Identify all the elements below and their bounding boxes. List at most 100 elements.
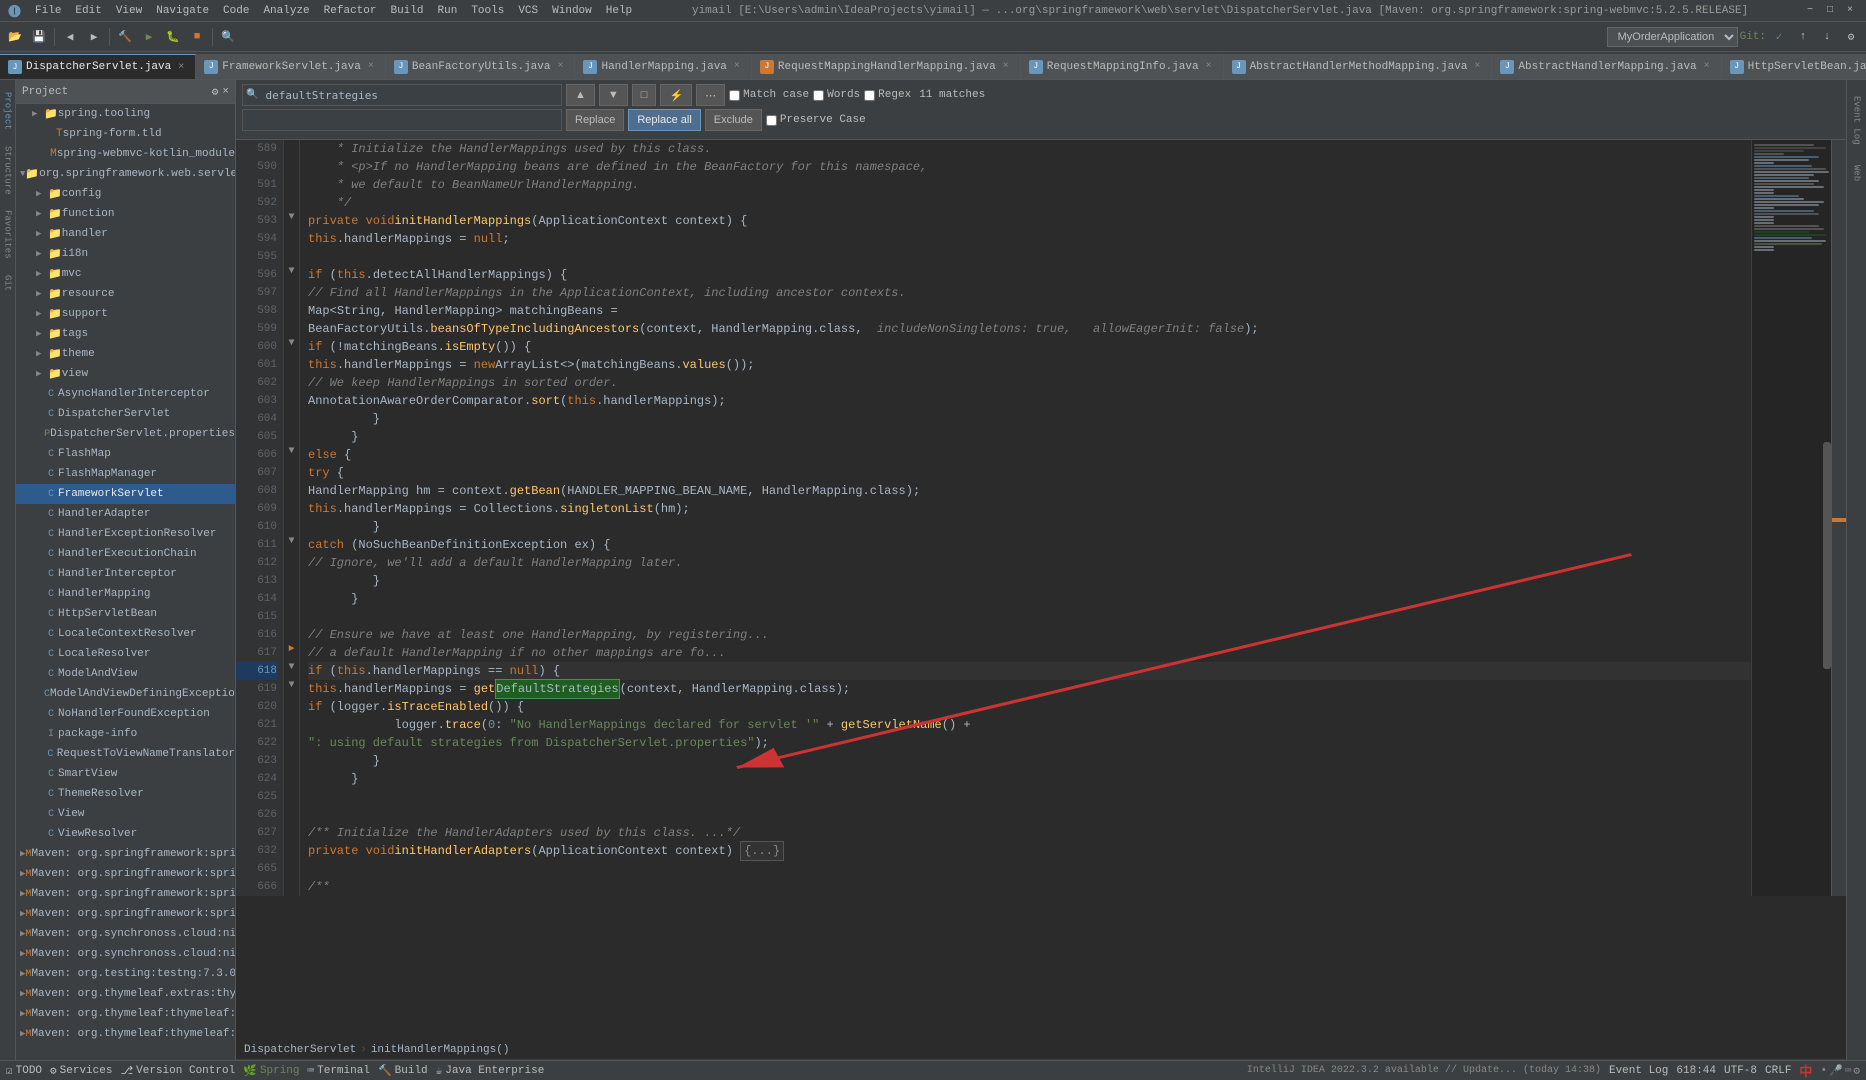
tree-item-flashmapmanager[interactable]: C FlashMapManager — [16, 464, 235, 484]
tree-item-function[interactable]: ▶ 📁 function — [16, 204, 235, 224]
tree-item-theme[interactable]: ▶ 📁 theme — [16, 344, 235, 364]
tree-item-flashmap[interactable]: C FlashMap — [16, 444, 235, 464]
structure-side-label[interactable]: Structure — [1, 138, 15, 203]
tree-item-maven-nio-multipart[interactable]: ▶ M Maven: org.synchronoss.cloud:nio-mul… — [16, 924, 235, 944]
tree-item-maven-5220[interactable]: ▶ M Maven: org.springframework:spring-we… — [16, 864, 235, 884]
tree-item-themeresolver[interactable]: C ThemeResolver — [16, 784, 235, 804]
tree-item-support[interactable]: ▶ 📁 support — [16, 304, 235, 324]
tab-beanfactoryutils[interactable]: J BeanFactoryUtils.java × — [386, 54, 576, 79]
find-filter-btn[interactable]: ⚡ — [660, 84, 692, 106]
tree-item-dispatcherservlet[interactable]: C DispatcherServlet — [16, 404, 235, 424]
tab-close-rminfo[interactable]: × — [1203, 61, 1215, 72]
project-side-label[interactable]: Project — [1, 84, 15, 138]
menu-vcs[interactable]: VCS — [512, 5, 544, 17]
menu-window[interactable]: Window — [546, 5, 598, 17]
find-input[interactable] — [261, 89, 561, 102]
replace-input-wrapper[interactable] — [242, 109, 562, 131]
tree-item-handleradapter[interactable]: C HandlerAdapter — [16, 504, 235, 524]
menu-help[interactable]: Help — [600, 5, 638, 17]
tree-item-nohandlerfoundexception[interactable]: C NoHandlerFoundException — [16, 704, 235, 724]
tree-item-package-info[interactable]: I package-info — [16, 724, 235, 744]
tree-item-handler[interactable]: ▶ 📁 handler — [16, 224, 235, 244]
minimize-button[interactable]: − — [1802, 3, 1818, 19]
tree-item-org-springframework[interactable]: ▼ 📁 org.springframework.web.servlet — [16, 164, 235, 184]
tab-httpservletbean[interactable]: J HttpServletBean.java × — [1722, 54, 1866, 79]
find-prev-btn[interactable]: ▲ — [566, 84, 595, 106]
tree-item-httpservletbean[interactable]: C HttpServletBean — [16, 604, 235, 624]
toolbar-forward-btn[interactable]: ▶ — [83, 26, 105, 48]
tree-item-handlerinterceptor[interactable]: C HandlerInterceptor — [16, 564, 235, 584]
tree-item-maven-thymeleaf-extras[interactable]: ▶ M Maven: org.thymeleaf.extras:thymelea… — [16, 984, 235, 1004]
words-option[interactable]: Words — [813, 89, 860, 101]
toolbar-build-btn[interactable]: 🔨 — [114, 26, 136, 48]
status-version-control[interactable]: ⎇ Version Control — [120, 1064, 235, 1078]
toolbar-git-check[interactable]: ✓ — [1768, 26, 1790, 48]
tab-close-ahm[interactable]: × — [1701, 61, 1713, 72]
preserve-case-option[interactable]: Preserve Case — [766, 114, 866, 126]
tab-frameworkservlet[interactable]: J FrameworkServlet.java × — [196, 54, 386, 79]
status-java-enterprise[interactable]: ☕ Java Enterprise — [436, 1064, 545, 1078]
toolbar-run-btn[interactable]: ▶ — [138, 26, 160, 48]
tree-item-maven-testng[interactable]: ▶ M Maven: org.testing:testng:7.3.0 — [16, 964, 235, 984]
toolbar-back-btn[interactable]: ◀ — [59, 26, 81, 48]
git-side-label[interactable]: Git — [1, 267, 15, 299]
replace-input[interactable] — [243, 114, 561, 127]
preserve-case-checkbox[interactable] — [766, 115, 777, 126]
toolbar-search-btn[interactable]: 🔍 — [217, 26, 239, 48]
tab-close-handlermapping[interactable]: × — [731, 61, 743, 72]
find-input-wrapper[interactable]: 🔍 — [242, 84, 562, 106]
find-next-btn[interactable]: ▼ — [599, 84, 628, 106]
tab-abstracthandlermapping[interactable]: J AbstractHandlerMapping.java × — [1492, 54, 1721, 79]
idea-update-notice[interactable]: IntelliJ IDEA 2022.3.2 available // Upda… — [1247, 1065, 1601, 1076]
menu-analyze[interactable]: Analyze — [257, 5, 315, 17]
code-content[interactable]: * Initialize the HandlerMappings used by… — [300, 140, 1751, 896]
status-build[interactable]: 🔨 Build — [378, 1064, 428, 1078]
toolbar-save-btn[interactable]: 💾 — [28, 26, 50, 48]
tree-item-handlerexecutionchain[interactable]: C HandlerExecutionChain — [16, 544, 235, 564]
tab-handlermapping[interactable]: J HandlerMapping.java × — [575, 54, 751, 79]
find-all-btn[interactable]: □ — [632, 84, 657, 106]
tab-close-rhmapping[interactable]: × — [1000, 61, 1012, 72]
favorites-side-label[interactable]: Favorites — [1, 202, 15, 267]
tree-item-maven-nio-stream[interactable]: ▶ M Maven: org.synchronoss.cloud:nio-str… — [16, 944, 235, 964]
tree-item-mavde[interactable]: C ModelAndViewDefiningException — [16, 684, 235, 704]
encoding-label[interactable]: UTF-8 — [1724, 1065, 1757, 1077]
match-case-option[interactable]: Match case — [729, 89, 809, 101]
web-side-label[interactable]: Web — [1850, 157, 1864, 189]
tab-requestmappinginfo[interactable]: J RequestMappingInfo.java × — [1021, 54, 1224, 79]
tab-dispatcherservlet[interactable]: J DispatcherServlet.java × — [0, 54, 196, 79]
tree-item-localecontextresolver[interactable]: C LocaleContextResolver — [16, 624, 235, 644]
tree-item-spring-tooling[interactable]: ▶ 📁 spring.tooling — [16, 104, 235, 124]
menu-navigate[interactable]: Navigate — [150, 5, 215, 17]
tree-item-i18n[interactable]: ▶ 📁 i18n — [16, 244, 235, 264]
words-checkbox[interactable] — [813, 90, 824, 101]
maximize-button[interactable]: □ — [1822, 3, 1838, 19]
breadcrumb-class[interactable]: DispatcherServlet — [244, 1044, 356, 1056]
tree-item-maven-thymeleaf-3012[interactable]: ▶ M Maven: org.thymeleaf:thymeleaf:3.0.1… — [16, 1024, 235, 1044]
tree-item-smartview[interactable]: C SmartView — [16, 764, 235, 784]
toolbar-git-down[interactable]: ↓ — [1816, 26, 1838, 48]
event-log-side-label[interactable]: Event Log — [1850, 88, 1864, 153]
toolbar-stop-btn[interactable]: ■ — [186, 26, 208, 48]
tree-item-maven-thymeleaf-3011[interactable]: ▶ M Maven: org.thymeleaf:thymeleaf:3.0.1… — [16, 1004, 235, 1024]
tree-item-requesttoviewnametranslator[interactable]: C RequestToViewNameTranslator — [16, 744, 235, 764]
tree-item-maven-537[interactable]: ▶ M Maven: org.springframework:spring-we… — [16, 904, 235, 924]
menu-tools[interactable]: Tools — [465, 5, 510, 17]
event-log-status[interactable]: Event Log — [1609, 1065, 1668, 1077]
menu-run[interactable]: Run — [432, 5, 464, 17]
tab-abstracthandlermethodmapping[interactable]: J AbstractHandlerMethodMapping.java × — [1224, 54, 1493, 79]
tree-item-mvc[interactable]: ▶ 📁 mvc — [16, 264, 235, 284]
title-bar-menu[interactable]: File Edit View Navigate Code Analyze Ref… — [29, 5, 638, 17]
tree-item-kotlin[interactable]: M spring-webmvc-kotlin_module — [16, 144, 235, 164]
toolbar-debug-btn[interactable]: 🐛 — [162, 26, 184, 48]
tree-item-tags[interactable]: ▶ 📁 tags — [16, 324, 235, 344]
project-header-settings[interactable]: ⚙ — [212, 85, 219, 99]
tab-close-abmm[interactable]: × — [1471, 61, 1483, 72]
status-terminal[interactable]: ⌨ Terminal — [308, 1064, 370, 1078]
tree-item-view[interactable]: ▶ 📁 view — [16, 364, 235, 384]
tree-item-dispatcherservlet-props[interactable]: P DispatcherServlet.properties — [16, 424, 235, 444]
toolbar-settings-btn[interactable]: ⚙ — [1840, 26, 1862, 48]
close-button[interactable]: × — [1842, 3, 1858, 19]
breadcrumb-method[interactable]: initHandlerMappings() — [371, 1044, 510, 1056]
replace-btn[interactable]: Replace — [566, 109, 624, 131]
